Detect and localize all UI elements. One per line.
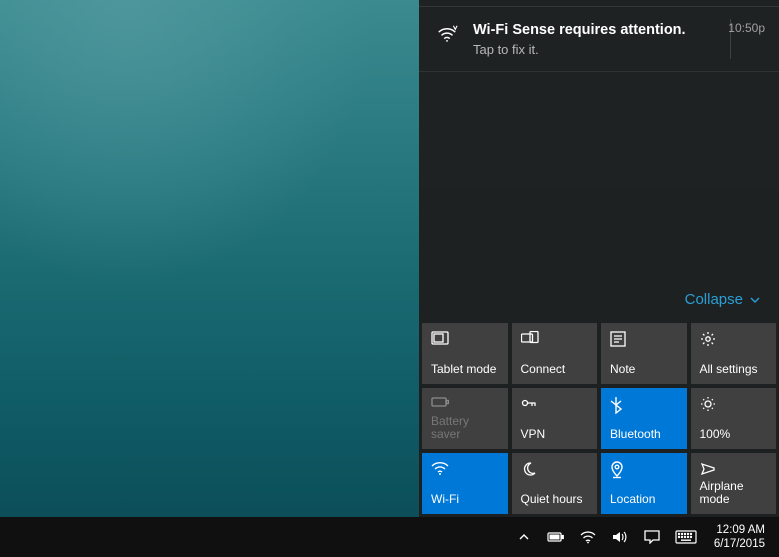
qa-label: All settings [700,363,768,376]
notification-item[interactable]: Wi-Fi Sense requires attention. Tap to f… [419,7,779,72]
qa-vpn[interactable]: VPN [512,388,598,449]
collapse-button[interactable]: Collapse [419,281,779,320]
qa-airplane-mode[interactable]: Airplane mode [691,453,777,514]
action-center-panel: Wi-Fi Sense requires attention. Tap to f… [419,0,779,517]
notification-text: Wi-Fi Sense requires attention. Tap to f… [473,21,763,57]
qa-brightness[interactable]: 100% [691,388,777,449]
qa-label: Quiet hours [521,493,589,506]
qa-tablet-mode[interactable]: Tablet mode [422,323,508,384]
airplane-icon [700,461,768,479]
quiet-icon [521,461,589,479]
qa-label: Note [610,363,678,376]
qa-label: VPN [521,428,589,441]
qa-all-settings[interactable]: All settings [691,323,777,384]
taskbar-time: 12:09 AM [716,523,765,537]
wifi-icon [431,461,499,479]
qa-label: 100% [700,428,768,441]
bluetooth-icon [610,396,678,414]
wifi-sense-icon [435,23,459,45]
battery-icon[interactable] [540,517,572,557]
chevron-up-icon[interactable] [508,517,540,557]
notification-subtitle: Tap to fix it. [473,42,763,57]
action-center-icon[interactable] [636,517,668,557]
taskbar-clock[interactable]: 12:09 AM 6/17/2015 [704,523,771,552]
qa-battery-saver[interactable]: Battery saver [422,388,508,449]
qa-label: Location [610,493,678,506]
system-tray [508,517,704,557]
volume-icon[interactable] [604,517,636,557]
wifi-icon[interactable] [572,517,604,557]
chevron-down-icon [749,294,761,306]
notification-title: Wi-Fi Sense requires attention. [473,21,763,40]
settings-icon [700,331,768,349]
qa-label: Bluetooth [610,428,678,441]
vpn-icon [521,396,589,414]
quick-actions-grid: Tablet mode Connect Note All settings Ba… [419,320,779,517]
qa-wifi[interactable]: Wi-Fi [422,453,508,514]
collapse-label: Collapse [685,291,743,308]
qa-quiet-hours[interactable]: Quiet hours [512,453,598,514]
qa-bluetooth[interactable]: Bluetooth [601,388,687,449]
location-icon [610,461,678,479]
taskbar-date: 6/17/2015 [714,537,765,551]
battery-icon [431,396,499,414]
qa-note[interactable]: Note [601,323,687,384]
qa-label: Airplane mode [700,480,768,506]
brightness-icon [700,396,768,414]
qa-label: Connect [521,363,589,376]
tablet-icon [431,331,499,349]
keyboard-icon[interactable] [668,517,704,557]
qa-label: Tablet mode [431,363,499,376]
qa-label: Battery saver [431,415,499,441]
qa-label: Wi-Fi [431,493,499,506]
note-icon [610,331,678,349]
connect-icon [521,331,589,349]
notification-time: 10:50p [728,21,765,35]
qa-connect[interactable]: Connect [512,323,598,384]
notifications-list: Wi-Fi Sense requires attention. Tap to f… [419,6,779,281]
qa-location[interactable]: Location [601,453,687,514]
taskbar: 12:09 AM 6/17/2015 [0,517,779,557]
